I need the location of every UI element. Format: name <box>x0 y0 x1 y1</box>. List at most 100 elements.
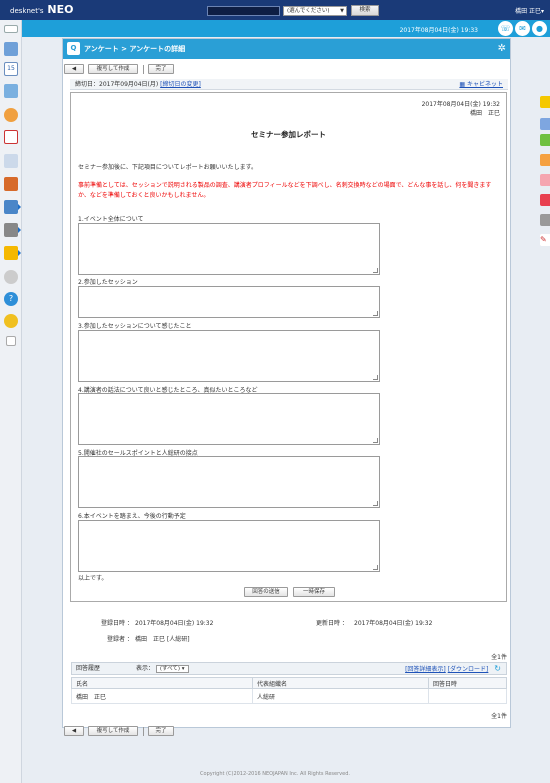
survey-header-icon: Q <box>67 42 80 55</box>
doc-note: 事前準備としては、セッションで説明される製品の調査、講演者プロフィールなどを下調… <box>78 182 492 199</box>
display-filter-select[interactable]: (すべて) ▾ <box>155 664 189 673</box>
done-button-bottom[interactable]: 完了 <box>148 726 174 736</box>
sub-bar: 2017年08月04日(金) 19:33 ☏ ✉ ● <box>22 20 550 37</box>
column-header: 氏名 <box>71 677 253 689</box>
question-label: 3.参加したセッションについて感じたこと <box>78 323 192 330</box>
updated-value: 2017年08月04日(金) 19:32 <box>354 620 433 627</box>
chevron-down-icon: ▼ <box>340 8 344 14</box>
search-button[interactable]: 検索 <box>351 5 379 16</box>
column-header: 代表組織名 <box>252 677 429 689</box>
current-datetime: 2017年08月04日(金) 19:33 <box>399 27 478 34</box>
question-label: 1.イベント全体について <box>78 216 144 223</box>
registrant-value: 橋田 正巳 [人総研] <box>135 636 190 643</box>
help-icon[interactable]: ? <box>4 292 18 306</box>
answer-textarea-6[interactable] <box>78 520 380 572</box>
document-icon[interactable] <box>4 130 18 144</box>
tab-gray[interactable] <box>540 214 550 226</box>
folder-tab-icon[interactable] <box>540 96 550 108</box>
tab-blue[interactable] <box>540 118 550 130</box>
table-header-row: 氏名 代表組織名 回答日時 <box>71 677 507 689</box>
app-logo[interactable]: desknet's NEO <box>10 3 73 16</box>
notification-icon[interactable]: ☏ <box>498 21 513 36</box>
memo-icon[interactable] <box>6 336 16 346</box>
change-deadline-link[interactable]: [締切日の変更] <box>160 81 201 88</box>
temp-save-button[interactable]: 一時保存 <box>293 587 335 597</box>
refresh-icon[interactable]: ↻ <box>494 664 501 673</box>
menu-toggle-icon[interactable] <box>4 25 18 33</box>
calendar-icon[interactable]: 15 <box>4 62 18 76</box>
answer-history-header: 回答履歴 表示： (すべて) ▾ [回答詳細表示] [ダウンロード] ↻ <box>71 662 507 675</box>
registrant-label: 登録者 ： <box>107 636 133 643</box>
doc-author: 橋田 正巳 <box>469 110 500 117</box>
gear-icon[interactable]: ✲ <box>498 43 506 55</box>
tab-orange[interactable] <box>540 154 550 166</box>
back-button[interactable]: ◀ <box>64 64 84 74</box>
result-count-bottom: 全1件 <box>491 713 507 720</box>
tab-pink[interactable] <box>540 174 550 186</box>
support-icon[interactable] <box>4 314 18 328</box>
respondent-org: 人総研 <box>252 688 429 704</box>
survey-document: 2017年08月04日(金) 19:32 橋田 正巳 セミナー参加レポート セミ… <box>70 92 507 602</box>
chart-icon[interactable] <box>4 84 18 98</box>
answer-textarea-1[interactable] <box>78 223 380 275</box>
result-count: 全1件 <box>491 654 507 661</box>
send-answer-button[interactable]: 回答の送信 <box>244 587 288 597</box>
respondent-name: 橋田 正巳 <box>71 688 253 704</box>
search-target-select[interactable]: (選んでください) ▼ <box>283 6 347 16</box>
respondent-datetime <box>428 688 507 704</box>
submenu-arrow-icon <box>18 227 21 233</box>
done-button[interactable]: 完了 <box>148 64 174 74</box>
top-bar: desknet's NEO (選んでください) ▼ 検索 橋田 正巳▾ <box>0 0 550 20</box>
answer-textarea-3[interactable] <box>78 330 380 382</box>
deadline-label: 締切日：2017年09月04日(月) <box>75 81 159 88</box>
answer-detail-link[interactable]: [回答詳細表示] <box>405 666 446 673</box>
column-header: 回答日時 <box>428 677 507 689</box>
survey-icon[interactable] <box>4 200 18 214</box>
copy-create-button-bottom[interactable]: 複写して作成 <box>88 726 138 736</box>
logo-text: desknet's <box>10 7 44 15</box>
question-label: 2.参加したセッション <box>78 279 138 286</box>
doc-date: 2017年08月04日(金) 19:32 <box>421 101 500 108</box>
edit-icon[interactable]: ✎ <box>540 234 550 246</box>
copy-create-button[interactable]: 複写して作成 <box>88 64 138 74</box>
mail-icon[interactable] <box>4 223 18 237</box>
submenu-arrow-icon <box>18 204 21 210</box>
doc-intro: セミナー参加後に、下記項目についてレポートお願いいたします。 <box>78 164 258 171</box>
search-select-value: (選んでください) <box>287 8 330 14</box>
answer-textarea-2[interactable] <box>78 286 380 318</box>
user-icon[interactable]: ● <box>532 21 547 36</box>
tab-green[interactable] <box>540 134 550 146</box>
left-nav: 15 ? <box>0 20 22 783</box>
display-label: 表示： <box>135 665 154 672</box>
back-button-bottom[interactable]: ◀ <box>64 726 84 736</box>
table-row[interactable]: 橋田 正巳 人総研 <box>71 688 507 704</box>
portal-icon[interactable] <box>4 42 18 56</box>
copyright: Copyright (C)2012-2016 NEOJAPAN Inc. All… <box>200 771 350 777</box>
folder-icon[interactable] <box>4 246 18 260</box>
cabinet-link[interactable]: ▦ キャビネット <box>459 79 503 90</box>
photo-icon[interactable] <box>4 154 18 168</box>
deadline-row: 締切日：2017年09月04日(月) [締切日の変更] ▦ キャビネット <box>70 79 508 90</box>
answer-textarea-5[interactable] <box>78 456 380 508</box>
panel-header: Q アンケート > アンケートの詳細 ✲ <box>63 39 510 59</box>
registered-label: 登録日時 ： <box>101 620 133 627</box>
breadcrumb[interactable]: アンケート > アンケートの詳細 <box>84 45 185 53</box>
cabinet-icon[interactable] <box>4 177 18 191</box>
user-menu[interactable]: 橋田 正巳▾ <box>515 6 544 15</box>
tab-red[interactable] <box>540 194 550 206</box>
download-link[interactable]: [ダウンロード] <box>448 666 489 673</box>
search-input[interactable] <box>207 6 280 16</box>
toolbar-divider <box>143 727 144 736</box>
question-label: 6.本イベントを踏まえ、今後の行動予定 <box>78 513 186 520</box>
logo-neo: NEO <box>47 3 74 16</box>
clock-icon[interactable] <box>4 108 18 122</box>
toolbar-divider <box>143 65 144 74</box>
registered-value: 2017年08月04日(金) 19:32 <box>135 620 214 627</box>
doc-closing: 以上です。 <box>78 575 108 582</box>
history-title: 回答履歴 <box>76 665 101 672</box>
settings-icon[interactable] <box>4 270 18 284</box>
updated-label: 更新日時 ： <box>316 620 348 627</box>
doc-title: セミナー参加レポート <box>251 130 326 139</box>
chat-icon[interactable]: ✉ <box>515 21 530 36</box>
answer-textarea-4[interactable] <box>78 393 380 445</box>
